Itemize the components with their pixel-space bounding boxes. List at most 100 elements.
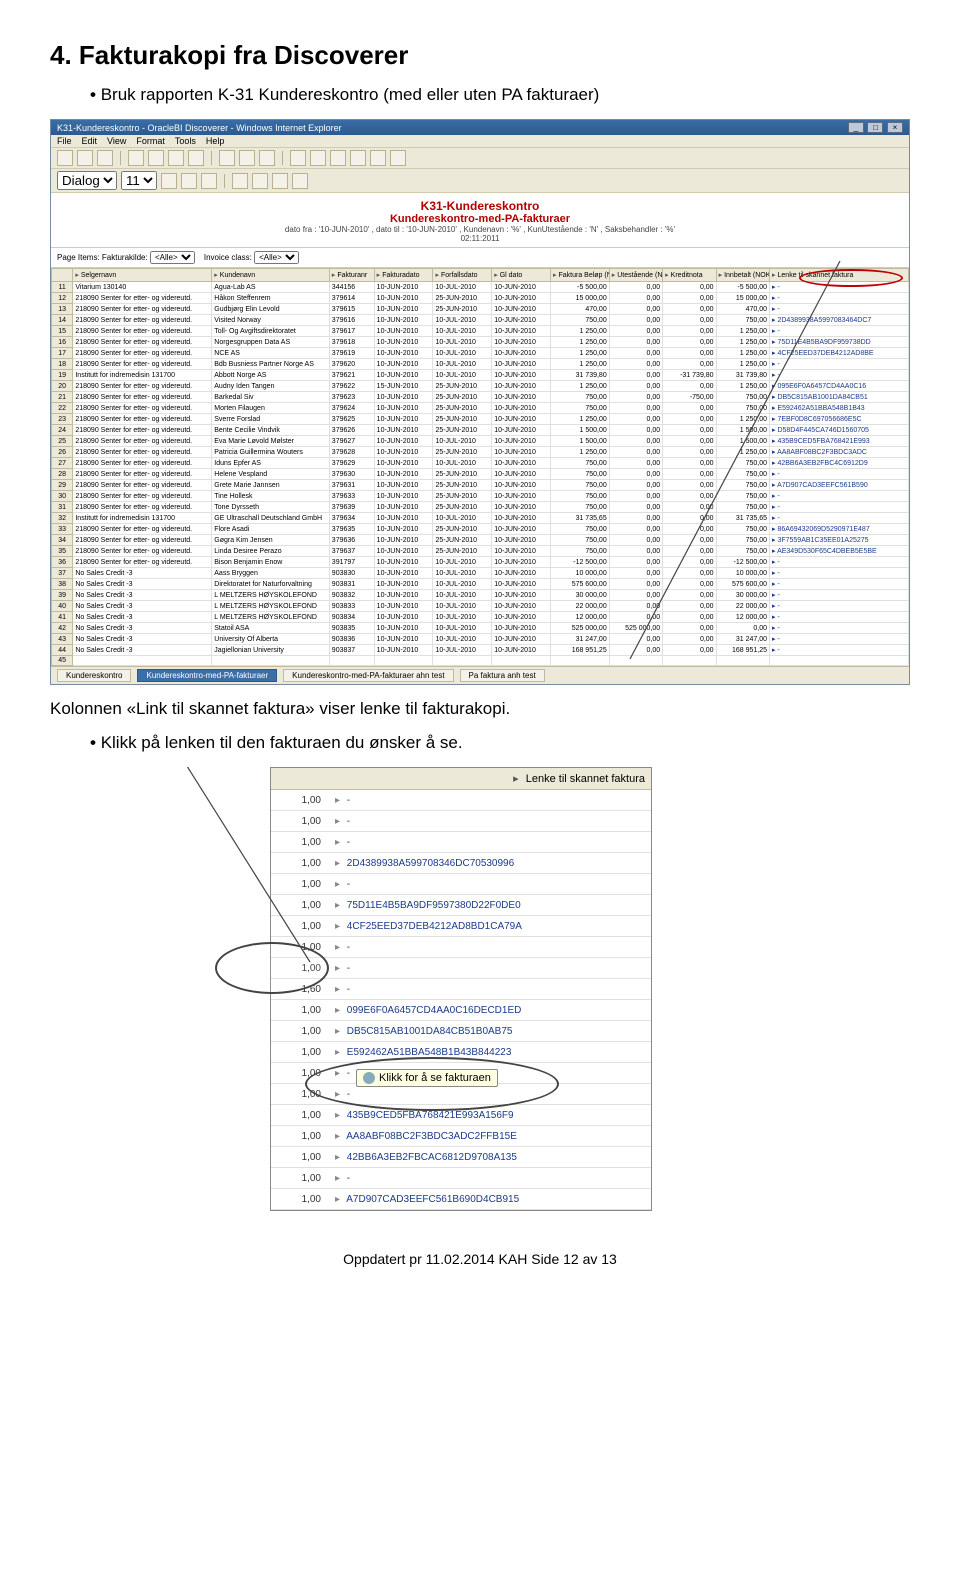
cell[interactable]: ▸ - <box>770 579 909 590</box>
toolbar-button[interactable] <box>128 150 144 166</box>
list-item[interactable]: 1,00▸ - <box>271 790 651 811</box>
maximize-icon[interactable]: □ <box>867 122 883 133</box>
list-item[interactable]: 1,00▸ E592462A51BBA548B1B43B844223 <box>271 1042 651 1063</box>
table-row[interactable]: 24218090 Senter for etter- og videreutd.… <box>52 425 909 436</box>
tab-pa-faktura-test[interactable]: Pa faktura anh test <box>460 669 545 682</box>
toolbar-button[interactable] <box>232 173 248 189</box>
toolbar-2[interactable]: Dialog 11 <box>51 169 909 193</box>
column-header[interactable]: ▸Forfallsdato <box>433 269 492 282</box>
cell[interactable]: ▸ 75D11E4B5BA9DF959738DD <box>770 337 909 348</box>
table-row[interactable]: 21218090 Senter for etter- og videreutd.… <box>52 392 909 403</box>
cell[interactable]: ▸ D58D4F445CA746D1560705 <box>770 425 909 436</box>
cell[interactable]: ▸ - <box>770 304 909 315</box>
column-header[interactable]: ▸Innbetalt (NOK) <box>716 269 769 282</box>
toolbar-button[interactable] <box>77 150 93 166</box>
table-row[interactable]: 34218090 Senter for etter- og videreutd.… <box>52 535 909 546</box>
close-icon[interactable]: × <box>887 122 903 133</box>
toolbar-button[interactable] <box>148 150 164 166</box>
list-item[interactable]: 1,00▸ - <box>271 937 651 958</box>
toolbar-button[interactable] <box>219 150 235 166</box>
cell[interactable]: ▸ 3F7559AB1C35EE01A25275 <box>770 535 909 546</box>
cell[interactable]: ▸ 7EBF0D8C697056686E5C <box>770 414 909 425</box>
cell[interactable]: ▸ - <box>770 513 909 524</box>
table-row[interactable]: 33218090 Senter for etter- og videreutd.… <box>52 524 909 535</box>
cell[interactable]: ▸ - <box>770 623 909 634</box>
cell[interactable]: ▸ - <box>770 568 909 579</box>
dialog-select[interactable]: Dialog <box>57 171 117 190</box>
column-header[interactable]: ▸Utestående (NOK) <box>609 269 662 282</box>
bold-button[interactable] <box>161 173 177 189</box>
table-row[interactable]: 36218090 Senter for etter- og videreutd.… <box>52 557 909 568</box>
column-header[interactable]: ▸Faktura Beløp (NOK) <box>550 269 609 282</box>
cell[interactable]: ▸ - <box>770 370 909 381</box>
table-row[interactable]: 30218090 Senter for etter- og videreutd.… <box>52 491 909 502</box>
list-item[interactable]: 1,00▸ - <box>271 874 651 895</box>
sort-icon[interactable]: ▸ <box>513 773 519 785</box>
list-item[interactable]: 1,00▸ 4CF25EED37DEB4212AD8BD1CA79A <box>271 916 651 937</box>
toolbar-button[interactable] <box>97 150 113 166</box>
scanned-invoice-link[interactable]: ▸ DB5C815AB1001DA84CB51B0AB75 <box>329 1026 651 1037</box>
cell[interactable]: ▸ 86A69432069D5290971E487 <box>770 524 909 535</box>
toolbar-button[interactable] <box>272 173 288 189</box>
table-row[interactable]: 20218090 Senter for etter- og videreutd.… <box>52 381 909 392</box>
toolbar-button[interactable] <box>188 150 204 166</box>
cell[interactable]: ▸ - <box>770 590 909 601</box>
data-grid[interactable]: ▸Selgernavn▸Kundenavn▸Fakturanr▸Fakturad… <box>51 268 909 666</box>
window-controls[interactable]: _ □ × <box>847 122 903 133</box>
sheet-tabs[interactable]: Kundereskontro Kundereskontro-med-PA-fak… <box>51 666 909 684</box>
cell[interactable]: ▸ DB5C815AB1001DA84CB51 <box>770 392 909 403</box>
table-row[interactable]: 39No Sales Credit -3L MELTZERS HØYSKOLEF… <box>52 590 909 601</box>
toolbar-button[interactable] <box>350 150 366 166</box>
table-row[interactable]: 28218090 Senter for etter- og videreutd.… <box>52 469 909 480</box>
table-row[interactable]: 25218090 Senter for etter- og videreutd.… <box>52 436 909 447</box>
italic-button[interactable] <box>181 173 197 189</box>
menu-help[interactable]: Help <box>206 136 225 146</box>
cell[interactable]: ▸ - <box>770 634 909 645</box>
scanned-invoice-link[interactable]: ▸ - <box>329 963 651 974</box>
column-header[interactable]: ▸Fakturadato <box>374 269 433 282</box>
cell[interactable]: ▸ AA8ABF08BC2F3BDC3ADC <box>770 447 909 458</box>
list-item[interactable]: 1,00▸ A7D907CAD3EEFC561B690D4CB915 <box>271 1189 651 1210</box>
table-row[interactable]: 23218090 Senter for etter- og videreutd.… <box>52 414 909 425</box>
cell[interactable] <box>770 656 909 666</box>
table-row[interactable]: 11Vitarium 130140Agua-Lab AS34415610-JUN… <box>52 282 909 293</box>
table-row[interactable]: 43No Sales Credit -3University Of Albert… <box>52 634 909 645</box>
scanned-invoice-link[interactable]: ▸ - <box>329 1089 651 1100</box>
table-row[interactable]: 19Institutt for indremedisin 131700Abbot… <box>52 370 909 381</box>
menu-tools[interactable]: Tools <box>175 136 196 146</box>
column-header[interactable]: ▸Lenke til skannet faktura <box>770 269 909 282</box>
toolbar-button[interactable] <box>310 150 326 166</box>
cell[interactable]: ▸ 435B9CED5FBA768421E993 <box>770 436 909 447</box>
column-header[interactable]: ▸Selgernavn <box>73 269 212 282</box>
menu-format[interactable]: Format <box>136 136 165 146</box>
scanned-invoice-link[interactable]: ▸ - <box>329 816 651 827</box>
cell[interactable]: ▸ AE349D530F65C4DBEB5E5BE <box>770 546 909 557</box>
toolbar-1[interactable] <box>51 148 909 169</box>
toolbar-button[interactable] <box>57 150 73 166</box>
toolbar-button[interactable] <box>390 150 406 166</box>
toolbar-button[interactable] <box>252 173 268 189</box>
scanned-invoice-link[interactable]: ▸ - <box>329 795 651 806</box>
table-row[interactable]: 15218090 Senter for etter- og videreutd.… <box>52 326 909 337</box>
table-row[interactable]: 27218090 Senter for etter- og videreutd.… <box>52 458 909 469</box>
scanned-invoice-link[interactable]: ▸ 75D11E4B5BA9DF9597380D22F0DE0 <box>329 900 651 911</box>
table-row[interactable]: 18218090 Senter for etter- og videreutd.… <box>52 359 909 370</box>
scanned-invoice-link[interactable]: ▸ AA8ABF08BC2F3BDC3ADC2FFB15E <box>329 1131 651 1142</box>
list-item[interactable]: 1,00▸ DB5C815AB1001DA84CB51B0AB75 <box>271 1021 651 1042</box>
toolbar-button[interactable] <box>239 150 255 166</box>
scanned-invoice-link[interactable]: ▸ E592462A51BBA548B1B43B844223 <box>329 1047 651 1058</box>
cell[interactable]: ▸ - <box>770 491 909 502</box>
list-item[interactable]: 1,00▸ AA8ABF08BC2F3BDC3ADC2FFB15E <box>271 1126 651 1147</box>
minimize-icon[interactable]: _ <box>848 122 864 133</box>
table-row[interactable]: 13218090 Senter for etter- og videreutd.… <box>52 304 909 315</box>
list-item[interactable]: 1,00▸ 42BB6A3EB2FBCAC6812D9708A135 <box>271 1147 651 1168</box>
cell[interactable]: ▸ 42BB6A3EB2FBC4C6912D9 <box>770 458 909 469</box>
cell[interactable]: ▸ - <box>770 469 909 480</box>
table-row[interactable]: 42No Sales Credit -3Statoil ASA90383510-… <box>52 623 909 634</box>
list-item[interactable]: 1,60▸ - <box>271 979 651 1000</box>
scanned-invoice-link[interactable]: ▸ 099E6F0A6457CD4AA0C16DECD1ED <box>329 1005 651 1016</box>
underline-button[interactable] <box>201 173 217 189</box>
column-header[interactable]: ▸Fakturanr <box>329 269 374 282</box>
list-item[interactable]: 1,00▸ - <box>271 832 651 853</box>
cell[interactable]: ▸ 2D4389938A5997083464DC7 <box>770 315 909 326</box>
